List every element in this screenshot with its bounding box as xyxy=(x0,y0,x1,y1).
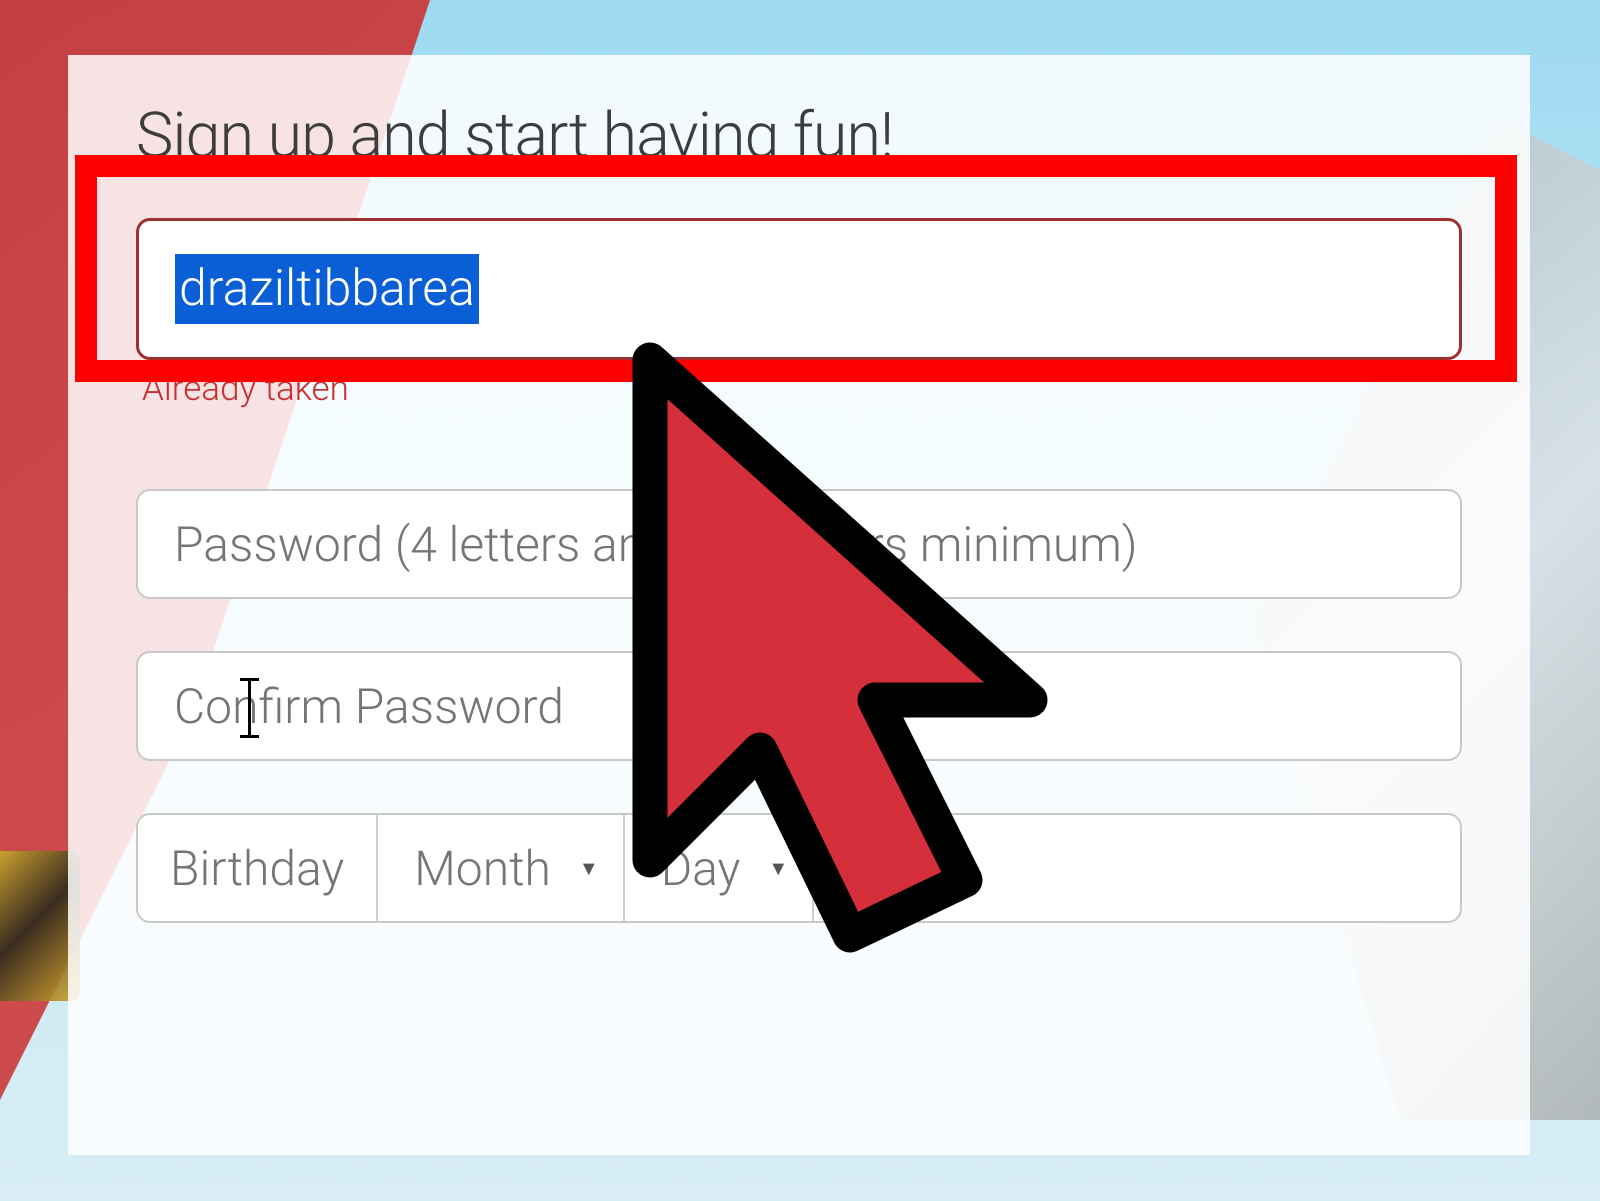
chevron-down-icon: ▼ xyxy=(768,856,788,881)
birthday-label: Birthday xyxy=(138,815,378,921)
confirm-password-input[interactable]: Confirm Password xyxy=(136,651,1462,761)
confirm-password-placeholder: Confirm Password xyxy=(174,678,564,735)
day-select[interactable]: Day ▼ xyxy=(625,815,814,921)
chevron-down-icon: ▼ xyxy=(579,856,599,881)
password-input[interactable]: Password (4 letters and 2 numbers minimu… xyxy=(136,489,1462,599)
password-placeholder: Password (4 letters and 2 numbers minimu… xyxy=(174,516,1138,573)
username-error-message: Already taken xyxy=(142,368,1462,409)
form-title: Sign up and start having fun! xyxy=(136,100,1462,173)
text-cursor-icon xyxy=(248,680,251,736)
month-select[interactable]: Month ▼ xyxy=(378,815,624,921)
chevron-down-icon: ▼ xyxy=(850,856,870,881)
month-select-value: Month xyxy=(414,840,551,897)
day-select-value: Day xyxy=(661,840,741,897)
birthday-selector-row: Birthday Month ▼ Day ▼ ▼ xyxy=(136,813,1462,923)
year-select[interactable]: ▼ xyxy=(814,815,894,921)
username-input[interactable]: draziltibbarea xyxy=(136,218,1462,360)
signup-form-panel: Sign up and start having fun! draziltibb… xyxy=(68,55,1530,1155)
username-value-selected: draziltibbarea xyxy=(175,254,479,324)
